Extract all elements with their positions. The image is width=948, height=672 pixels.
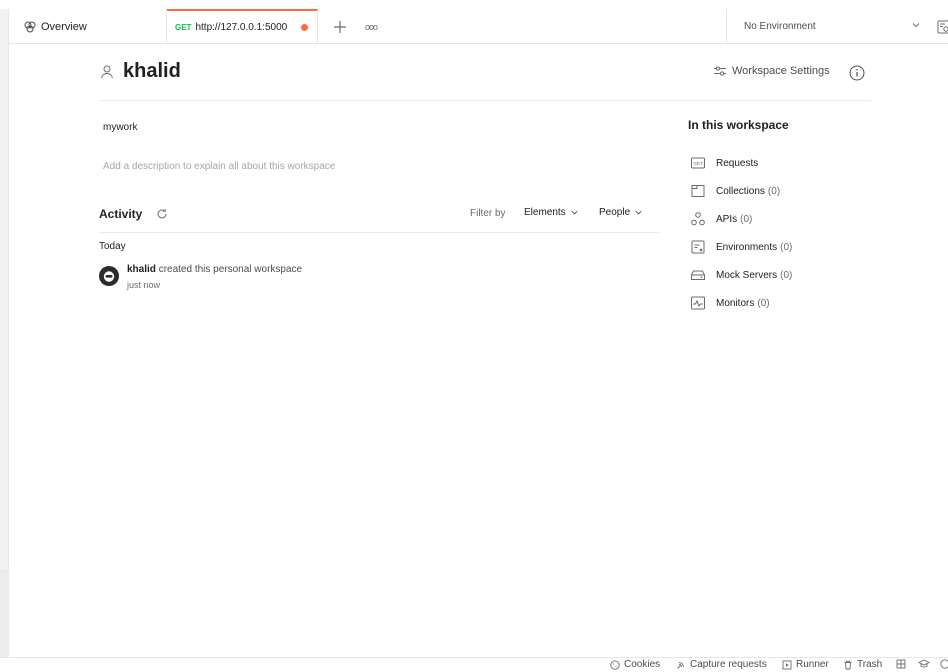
- runner-label: Runner: [796, 659, 829, 670]
- workspace-settings-button[interactable]: Workspace Settings: [713, 65, 830, 77]
- runner-button[interactable]: Runner: [782, 659, 829, 670]
- in-workspace-label: Environments: [716, 241, 778, 253]
- tab-overview-label: Overview: [41, 20, 87, 33]
- cookies-button[interactable]: Cookies: [610, 659, 660, 670]
- filter-people-label: People: [599, 207, 631, 218]
- two-pane-view-button[interactable]: [896, 659, 910, 669]
- in-workspace-list: GET Requests Collections (0) APIs (0) En…: [690, 149, 880, 317]
- in-workspace-count: (0): [780, 241, 793, 253]
- in-workspace-item-monitors[interactable]: Monitors (0): [690, 289, 880, 317]
- workspace-overview-icon: [23, 20, 37, 34]
- activity-text: khalid created this personal workspace: [127, 264, 302, 275]
- monitors-icon: [690, 295, 706, 311]
- environment-quick-look-button[interactable]: [931, 9, 948, 44]
- chevron-down-icon: [912, 23, 920, 28]
- help-icon: [940, 659, 948, 669]
- two-pane-icon: [896, 659, 906, 669]
- svg-text:GET: GET: [693, 161, 703, 166]
- in-workspace-label: APIs: [716, 213, 738, 225]
- settings-sliders-icon: [714, 66, 726, 76]
- chevron-down-icon: [635, 210, 642, 215]
- capture-requests-button[interactable]: Capture requests: [676, 659, 767, 670]
- activity-title: Activity: [99, 207, 143, 221]
- plus-icon: [334, 20, 346, 33]
- filter-elements-dropdown[interactable]: Elements: [524, 207, 579, 218]
- environment-selector[interactable]: No Environment: [726, 9, 931, 44]
- workspace-summary[interactable]: mywork: [103, 122, 137, 133]
- in-workspace-label: Mock Servers: [716, 269, 778, 281]
- left-rail-lower-section: [0, 569, 9, 657]
- workspace-name-block: khalid: [99, 60, 181, 83]
- workspace-description-placeholder[interactable]: Add a description to explain all about t…: [103, 161, 335, 172]
- bootcamp-button[interactable]: [918, 659, 934, 669]
- request-method-badge: GET: [175, 23, 192, 32]
- left-sidebar-rail: [0, 9, 9, 657]
- workspace-header: khalid Workspace Settings: [99, 58, 871, 101]
- refresh-icon[interactable]: [156, 208, 168, 220]
- chevron-down-icon: [571, 210, 578, 215]
- unsaved-changes-dot: [301, 24, 309, 31]
- in-workspace-item-requests[interactable]: GET Requests: [690, 149, 880, 177]
- trash-button[interactable]: Trash: [843, 659, 882, 670]
- filter-people-dropdown[interactable]: People: [599, 207, 643, 218]
- environments-icon: [690, 239, 706, 255]
- more-tabs-button[interactable]: ooo: [359, 9, 383, 44]
- satellite-icon: [677, 661, 684, 669]
- workspace-title: khalid: [123, 60, 181, 82]
- avatar: [99, 266, 119, 286]
- graduation-cap-icon: [918, 659, 930, 668]
- activity-item: khalid created this personal workspace j…: [99, 263, 499, 293]
- status-bar: Cookies Capture requests Runner Trash: [0, 657, 948, 672]
- in-workspace-label: Monitors: [716, 297, 755, 309]
- mock-servers-icon: [690, 267, 706, 283]
- tab-bar: Overview GET http://127.0.0.1:5000 ooo N…: [9, 9, 948, 44]
- in-workspace-label: Collections: [716, 185, 765, 197]
- environment-selector-label: No Environment: [744, 21, 816, 32]
- activity-time: just now: [127, 280, 161, 290]
- help-button[interactable]: [940, 659, 948, 669]
- workspace-settings-label: Workspace Settings: [732, 65, 830, 77]
- activity-action: created this personal workspace: [158, 264, 303, 275]
- new-tab-button[interactable]: [328, 9, 352, 44]
- in-workspace-count: (0): [740, 213, 753, 225]
- in-workspace-count: (0): [767, 185, 781, 197]
- in-workspace-item-environments[interactable]: Environments (0): [690, 233, 880, 261]
- in-workspace-label: Requests: [716, 157, 759, 169]
- filter-elements-label: Elements: [524, 207, 566, 218]
- capture-requests-label: Capture requests: [690, 659, 767, 670]
- trash-icon: [844, 660, 852, 669]
- in-workspace-count: (0): [757, 297, 770, 309]
- user-icon: [101, 65, 113, 78]
- activity-user[interactable]: khalid: [127, 264, 156, 275]
- request-url-label: http://127.0.0.1:5000: [195, 22, 288, 33]
- filter-by-label: Filter by: [470, 208, 506, 219]
- in-workspace-item-apis[interactable]: APIs (0): [690, 205, 880, 233]
- in-workspace-item-collections[interactable]: Collections (0): [690, 177, 880, 205]
- cookie-icon: [610, 659, 620, 670]
- runner-icon: [782, 660, 792, 669]
- in-workspace-count: (0): [780, 269, 793, 281]
- activity-header: Activity Filter by Elements People: [99, 201, 660, 233]
- cookies-label: Cookies: [624, 659, 661, 670]
- requests-icon: GET: [690, 155, 706, 171]
- info-icon[interactable]: [849, 65, 865, 81]
- tab-overview[interactable]: Overview: [9, 9, 167, 44]
- environment-quick-look-icon: [937, 20, 948, 33]
- activity-group-label: Today: [99, 241, 126, 252]
- collections-icon: [690, 183, 706, 199]
- window-top-strip: [0, 0, 948, 9]
- in-workspace-title: In this workspace: [688, 118, 789, 132]
- in-workspace-item-mock-servers[interactable]: Mock Servers (0): [690, 261, 880, 289]
- trash-label: Trash: [857, 659, 883, 670]
- tab-request[interactable]: GET http://127.0.0.1:5000: [167, 9, 318, 44]
- apis-icon: [690, 211, 706, 227]
